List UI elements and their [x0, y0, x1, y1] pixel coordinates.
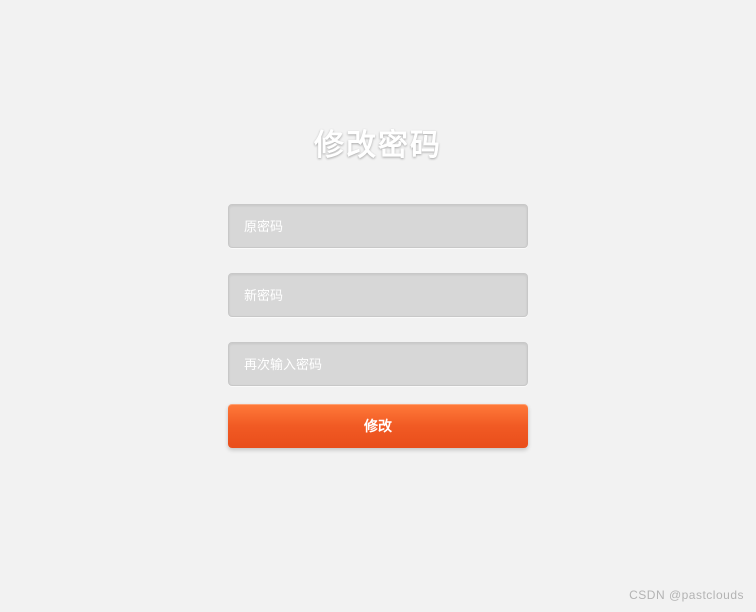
old-password-input[interactable]: [228, 204, 528, 248]
watermark-text: CSDN @pastclouds: [629, 588, 744, 602]
confirm-password-input[interactable]: [228, 342, 528, 386]
new-password-input[interactable]: [228, 273, 528, 317]
submit-button[interactable]: 修改: [228, 404, 528, 448]
page-title: 修改密码: [314, 120, 442, 164]
change-password-form: 修改: [228, 204, 528, 448]
